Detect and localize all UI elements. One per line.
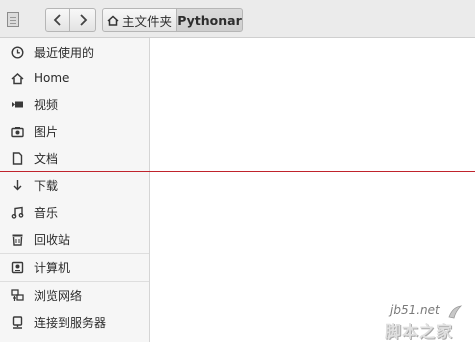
file-view-area[interactable]: [150, 38, 475, 342]
sidebar-item-downloads[interactable]: 下载: [0, 172, 149, 198]
video-icon: [10, 97, 24, 111]
home-icon: [107, 14, 119, 26]
sidebar-item-connect-server[interactable]: 连接到服务器: [0, 309, 149, 335]
sidebar-item-documents[interactable]: 文档: [0, 145, 149, 171]
clock-icon: [10, 45, 24, 59]
document-icon: [7, 11, 19, 27]
sidebar-item-label: 最近使用的: [34, 45, 95, 60]
music-icon: [10, 205, 24, 219]
sidebar-item-home[interactable]: Home: [0, 65, 149, 91]
sidebar: 最近使用的 Home 视频 图片 文档 下载 音乐 回收站 计算机 浏览网络 连…: [0, 38, 150, 342]
sidebar-item-label: 视频: [34, 97, 59, 112]
sidebar-item-label: 回收站: [34, 232, 71, 247]
sidebar-item-label: 图片: [34, 124, 59, 139]
home-icon: [10, 71, 24, 85]
trash-icon: [10, 232, 24, 246]
sidebar-item-label: 文档: [34, 151, 59, 166]
sidebar-item-label: Home: [34, 71, 70, 85]
sidebar-item-recent[interactable]: 最近使用的: [0, 39, 149, 65]
chevron-right-icon: [79, 14, 87, 26]
breadcrumb-current-label: Pythonar: [177, 12, 242, 28]
sidebar-toggle-button[interactable]: [6, 10, 20, 28]
sidebar-item-label: 连接到服务器: [34, 315, 107, 330]
camera-icon: [10, 124, 24, 138]
back-button[interactable]: [45, 8, 70, 32]
sidebar-item-label: 计算机: [34, 260, 71, 275]
breadcrumb-home-button[interactable]: 主文件夹: [102, 8, 177, 32]
watermark-name: 脚本之家: [385, 322, 454, 341]
sidebar-item-computer[interactable]: 计算机: [0, 254, 149, 280]
network-icon: [10, 288, 24, 302]
file-manager-window: 主文件夹 Pythonar 最近使用的 Home 视频 图片 文档 下载 音乐 …: [0, 0, 475, 342]
sidebar-item-music[interactable]: 音乐: [0, 199, 149, 225]
server-icon: [10, 315, 24, 329]
download-icon: [10, 178, 24, 192]
breadcrumb-home-label: 主文件夹: [121, 13, 172, 29]
sidebar-item-videos[interactable]: 视频: [0, 91, 149, 117]
drive-icon: [10, 260, 24, 274]
toolbar: 主文件夹 Pythonar: [0, 0, 475, 38]
divider-line: [0, 171, 475, 172]
sidebar-item-pictures[interactable]: 图片: [0, 118, 149, 144]
watermark-logo-icon: [448, 305, 463, 319]
chevron-left-icon: [53, 14, 61, 26]
sidebar-item-label: 下载: [34, 178, 59, 193]
sidebar-item-label: 浏览网络: [34, 288, 83, 303]
watermark-url: jb51.net: [390, 303, 440, 317]
breadcrumb-current-button[interactable]: Pythonar: [176, 8, 243, 32]
forward-button[interactable]: [70, 8, 96, 32]
document-icon: [10, 151, 24, 165]
sidebar-item-trash[interactable]: 回收站: [0, 226, 149, 252]
sidebar-item-browse-network[interactable]: 浏览网络: [0, 282, 149, 308]
sidebar-item-label: 音乐: [34, 205, 59, 220]
